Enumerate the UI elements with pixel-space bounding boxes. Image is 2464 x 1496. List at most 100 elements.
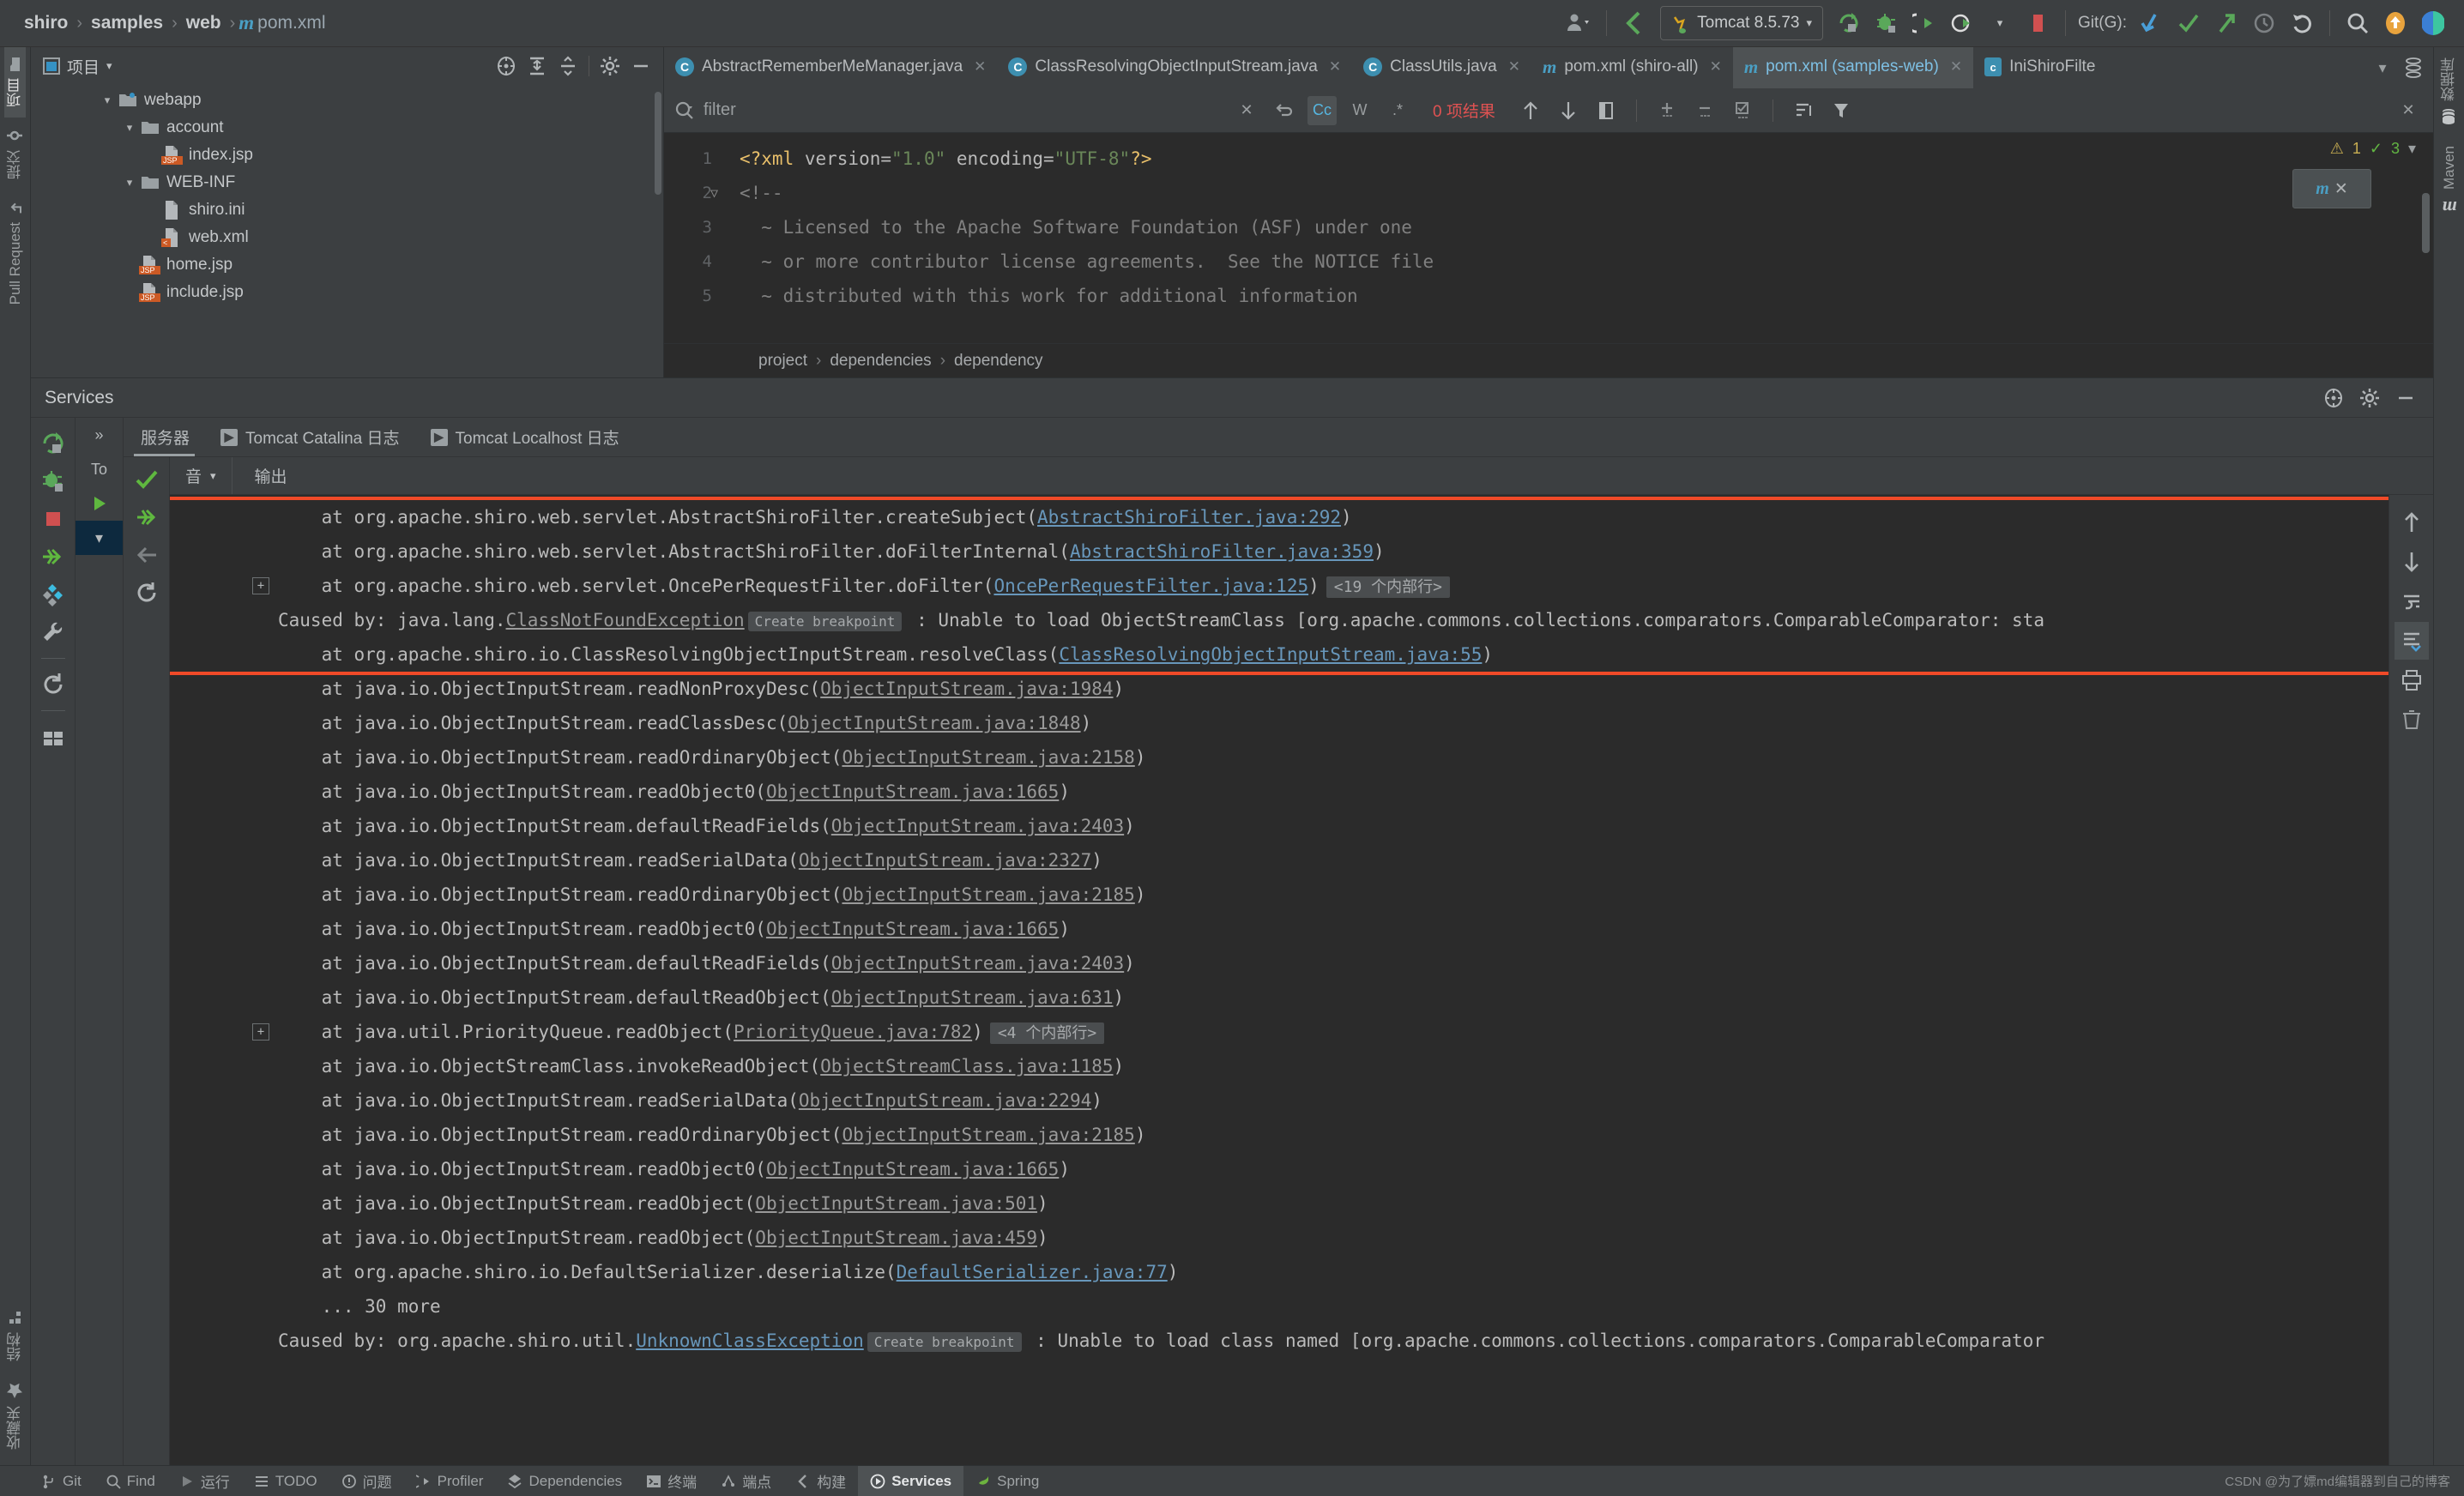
console-line[interactable]: ... 30 more (170, 1289, 2433, 1324)
stop-icon[interactable] (2019, 4, 2056, 42)
expand-all-icon[interactable] (523, 52, 551, 80)
stacktrace-link[interactable]: ObjectInputStream.java:1665 (766, 781, 1059, 802)
stacktrace-link[interactable]: ObjectInputStream.java:1665 (766, 919, 1059, 939)
code-line[interactable]: ~ Licensed to the Apache Software Founda… (740, 210, 2433, 244)
close-icon[interactable]: ✕ (1950, 58, 1962, 75)
tree-item-webapp[interactable]: ▾ webapp (31, 87, 663, 114)
check-icon[interactable] (130, 461, 164, 498)
console-line[interactable]: at org.apache.shiro.web.servlet.Abstract… (170, 534, 2433, 569)
collapsed-frames-badge[interactable]: <19 个内部行> (1326, 576, 1450, 598)
select-all-icon[interactable] (1591, 96, 1621, 125)
debug-icon[interactable] (36, 464, 70, 498)
git-history-icon[interactable] (2245, 4, 2283, 42)
sidebar-item-pull-request[interactable]: Pull Request (7, 190, 24, 315)
soft-wrap-icon[interactable] (130, 536, 164, 574)
services-tree-item-tomcat[interactable]: To (75, 452, 123, 486)
sidebar-item-commit[interactable]: 提交 (4, 118, 26, 190)
console-line[interactable]: at java.io.ObjectInputStream.readObject0… (170, 912, 2433, 946)
add-icon[interactable] (1652, 96, 1682, 125)
breadcrumb-file[interactable]: pom.xml (254, 13, 325, 33)
tree-twisty[interactable]: ▾ (120, 176, 139, 190)
arrow-down-icon[interactable] (1554, 96, 1583, 125)
tree-item-shiro-ini[interactable]: shiro.ini (31, 196, 663, 224)
editor-scrollbar[interactable] (2422, 193, 2430, 253)
tree-twisty[interactable]: ▾ (98, 94, 117, 107)
code-line[interactable]: ~ or more contributor license agreements… (740, 244, 2433, 279)
console-line[interactable]: Caused by: java.lang.ClassNotFoundExcept… (170, 603, 2433, 637)
run-configuration-selector[interactable]: Tomcat 8.5.73 ▾ (1660, 6, 1823, 40)
breadcrumb-item-1[interactable]: samples (86, 13, 168, 33)
layout-icon[interactable] (36, 577, 70, 612)
console-line[interactable]: at java.io.ObjectInputStream.readObject0… (170, 775, 2433, 809)
expand-frames-icon[interactable]: + (252, 577, 269, 594)
soft-wrap-icon[interactable] (2395, 582, 2429, 620)
tree-item-web-xml[interactable]: < web.xml (31, 224, 663, 251)
editor-breadcrumb-item-2[interactable]: dependency (954, 352, 1043, 371)
chevron-down-icon[interactable]: ▾ (2408, 140, 2416, 158)
stacktrace-link[interactable]: ObjectInputStream.java:459 (755, 1228, 1037, 1248)
chevron-down-icon[interactable]: ▾ (2368, 53, 2397, 82)
editor-tab-2[interactable]: C ClassUtils.java ✕ (1352, 47, 1531, 88)
restart-icon[interactable] (130, 574, 164, 612)
wrench-icon[interactable] (36, 615, 70, 649)
console-line[interactable]: at java.io.ObjectInputStream.readClassDe… (170, 706, 2433, 740)
editor-breadcrumb-item-0[interactable]: project (758, 352, 807, 371)
filter-icon[interactable] (1827, 96, 1856, 125)
git-update-icon[interactable] (2132, 4, 2170, 42)
status-bar-item-todo[interactable]: TODO (242, 1466, 329, 1496)
breadcrumb-item-0[interactable]: shiro (19, 13, 73, 33)
remove-icon[interactable] (1690, 96, 1719, 125)
console-line[interactable]: at java.io.ObjectInputStream.readObject0… (170, 1152, 2433, 1186)
tree-item-web-inf[interactable]: ▾ WEB-INF (31, 169, 663, 196)
console-line[interactable]: at java.io.ObjectInputStream.defaultRead… (170, 946, 2433, 980)
search-everywhere-icon[interactable] (2339, 4, 2376, 42)
sidebar-item-favorites[interactable]: 收藏夹 (4, 1372, 26, 1460)
grid-icon[interactable] (36, 720, 70, 754)
output-source-selector[interactable]: 音 ▾ (175, 457, 233, 494)
console-line[interactable]: at java.io.ObjectInputStream.defaultRead… (170, 809, 2433, 843)
status-bar-item-find[interactable]: Find (94, 1466, 167, 1496)
console-line[interactable]: at java.io.ObjectInputStream.defaultRead… (170, 980, 2433, 1015)
jump-to-source-icon[interactable] (130, 498, 164, 536)
rerun-icon[interactable] (1830, 4, 1868, 42)
exception-link[interactable]: ClassNotFoundException (506, 610, 745, 630)
editor-breadcrumb-item-1[interactable]: dependencies (830, 352, 931, 371)
stacktrace-link[interactable]: PriorityQueue.java:782 (734, 1022, 972, 1042)
console-line[interactable]: at java.io.ObjectInputStream.readOrdinar… (170, 1118, 2433, 1152)
git-push-icon[interactable] (2207, 4, 2245, 42)
sidebar-item-database[interactable]: 数据库 (2438, 47, 2460, 136)
status-bar-item-profiler[interactable]: Profiler (404, 1466, 496, 1496)
profile-icon[interactable] (1943, 4, 1981, 42)
stacktrace-link[interactable]: ObjectInputStream.java:1984 (820, 679, 1113, 699)
close-icon[interactable]: ✕ (2394, 96, 2423, 125)
console-line[interactable]: at java.io.ObjectInputStream.readSerialD… (170, 1083, 2433, 1118)
whole-words-toggle[interactable]: W (1345, 96, 1374, 125)
status-bar-item-[interactable]: 端点 (709, 1466, 783, 1496)
jump-to-source-icon[interactable] (36, 540, 70, 574)
back-arrow-icon[interactable] (1615, 4, 1653, 42)
tree-item-account[interactable]: ▾ account (31, 114, 663, 142)
console-line[interactable]: + at org.apache.shiro.web.servlet.OncePe… (170, 569, 2433, 603)
sidebar-item-project[interactable]: 项目 (4, 47, 26, 118)
close-icon[interactable]: ✕ (1232, 96, 1261, 125)
console-line[interactable]: at java.io.ObjectInputStream.readNonProx… (170, 672, 2433, 706)
sort-icon[interactable] (1789, 96, 1818, 125)
close-icon[interactable]: ✕ (1508, 58, 1520, 75)
status-bar-item-[interactable]: 问题 (329, 1466, 404, 1496)
console-output[interactable]: at org.apache.shiro.web.servlet.Abstract… (170, 495, 2433, 1465)
stacktrace-link[interactable]: ObjectInputStream.java:2294 (799, 1090, 1091, 1111)
stacktrace-link[interactable]: AbstractShiroFilter.java:292 (1037, 507, 1341, 528)
stacktrace-link[interactable]: ObjectInputStream.java:2327 (799, 850, 1091, 871)
collapse-all-icon[interactable] (554, 52, 582, 80)
code-line[interactable]: ~ distributed with this work for additio… (740, 279, 2433, 313)
close-icon[interactable]: ✕ (2334, 179, 2348, 199)
breadcrumb-item-2[interactable]: web (181, 13, 226, 33)
editor-tab-4[interactable]: m pom.xml (samples-web) ✕ (1732, 47, 1974, 88)
git-rollback-icon[interactable] (2283, 4, 2321, 42)
tab-list-icon[interactable] (2399, 53, 2428, 82)
plugin-icon[interactable] (2414, 4, 2452, 42)
search-input[interactable]: filter (674, 100, 1223, 121)
project-tree[interactable]: ▾ webapp ▾ account JSP index.jsp ▾ WEB-INF shiro… (31, 85, 663, 377)
status-bar-item-[interactable]: 构建 (783, 1466, 858, 1496)
console-line[interactable]: at java.io.ObjectStreamClass.invokeReadO… (170, 1049, 2433, 1083)
